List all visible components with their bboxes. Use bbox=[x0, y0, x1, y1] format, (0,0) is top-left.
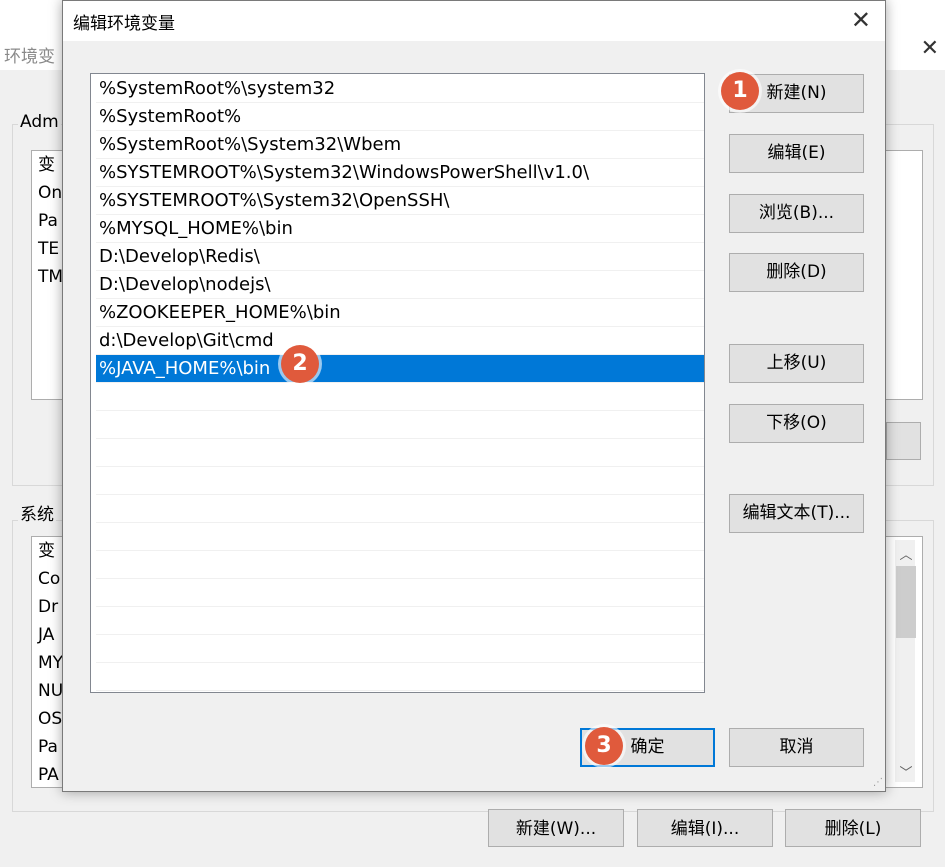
path-entries-list[interactable]: %SystemRoot%\system32 %SystemRoot% %System… bbox=[90, 73, 705, 693]
path-entry-row[interactable] bbox=[96, 523, 704, 551]
step-badge-1: 1 bbox=[721, 72, 759, 110]
path-entry-row[interactable]: %MYSQL_HOME%\bin bbox=[96, 215, 704, 243]
path-entry-row[interactable]: %SystemRoot%\System32\Wbem bbox=[96, 131, 704, 159]
close-icon[interactable]: ✕ bbox=[851, 5, 871, 35]
path-entry-row[interactable] bbox=[96, 411, 704, 439]
bg-window-title: 环境变 bbox=[4, 47, 55, 67]
edit-button[interactable]: 编辑(E) bbox=[729, 134, 864, 173]
system-delete-button[interactable]: 删除(L) bbox=[785, 809, 921, 847]
step-badge-3: 3 bbox=[585, 727, 623, 765]
browse-button[interactable]: 浏览(B)... bbox=[729, 194, 864, 233]
system-edit-button[interactable]: 编辑(I)... bbox=[637, 809, 773, 847]
path-entry-row[interactable] bbox=[96, 439, 704, 467]
path-entry-row[interactable] bbox=[96, 495, 704, 523]
edit-text-button[interactable]: 编辑文本(T)... bbox=[729, 494, 864, 533]
user-vars-button-partial[interactable] bbox=[886, 422, 921, 460]
path-entry-row[interactable] bbox=[96, 551, 704, 579]
path-entry-row[interactable]: %JAVA_HOME%\bin bbox=[96, 355, 704, 383]
path-entry-row[interactable] bbox=[96, 579, 704, 607]
cancel-button[interactable]: 取消 bbox=[729, 728, 864, 767]
resize-grip-icon[interactable]: ⋰ bbox=[873, 777, 883, 788]
scroll-up-icon[interactable]: ︿ bbox=[895, 544, 917, 563]
delete-button[interactable]: 删除(D) bbox=[729, 253, 864, 292]
system-vars-scrollbar[interactable]: ︿ ﹀ bbox=[895, 540, 917, 782]
edit-env-var-dialog: 编辑环境变量 ✕ %SystemRoot%\system32 %SystemRoo… bbox=[62, 0, 886, 792]
path-entry-row[interactable]: %SYSTEMROOT%\System32\OpenSSH\ bbox=[96, 187, 704, 215]
system-vars-label: 系统 bbox=[18, 500, 56, 525]
scroll-down-icon[interactable]: ﹀ bbox=[895, 762, 917, 781]
path-entry-row[interactable] bbox=[96, 467, 704, 495]
path-entry-row[interactable]: D:\Develop\nodejs\ bbox=[96, 271, 704, 299]
dialog-title: 编辑环境变量 bbox=[73, 14, 175, 34]
path-entry-row[interactable]: %ZOOKEEPER_HOME%\bin bbox=[96, 299, 704, 327]
path-entry-row[interactable]: d:\Develop\Git\cmd bbox=[96, 327, 704, 355]
step-badge-2: 2 bbox=[281, 345, 319, 383]
bg-close-icon[interactable]: ✕ bbox=[921, 36, 939, 61]
path-entry-row[interactable]: %SystemRoot% bbox=[96, 103, 704, 131]
move-down-button[interactable]: 下移(O) bbox=[729, 404, 864, 443]
dialog-titlebar: 编辑环境变量 ✕ bbox=[63, 1, 885, 41]
path-entry-row[interactable]: %SYSTEMROOT%\System32\WindowsPowerShell\… bbox=[96, 159, 704, 187]
move-up-button[interactable]: 上移(U) bbox=[729, 344, 864, 383]
path-entry-row[interactable]: D:\Develop\Redis\ bbox=[96, 243, 704, 271]
system-new-button[interactable]: 新建(W)... bbox=[488, 809, 624, 847]
scroll-thumb[interactable] bbox=[896, 566, 916, 638]
path-entry-row[interactable] bbox=[96, 663, 704, 691]
user-vars-label: Adm bbox=[18, 112, 61, 132]
path-entry-row[interactable] bbox=[96, 607, 704, 635]
path-entry-row[interactable]: %SystemRoot%\system32 bbox=[96, 75, 704, 103]
path-entry-row[interactable] bbox=[96, 383, 704, 411]
path-entry-row[interactable] bbox=[96, 635, 704, 663]
